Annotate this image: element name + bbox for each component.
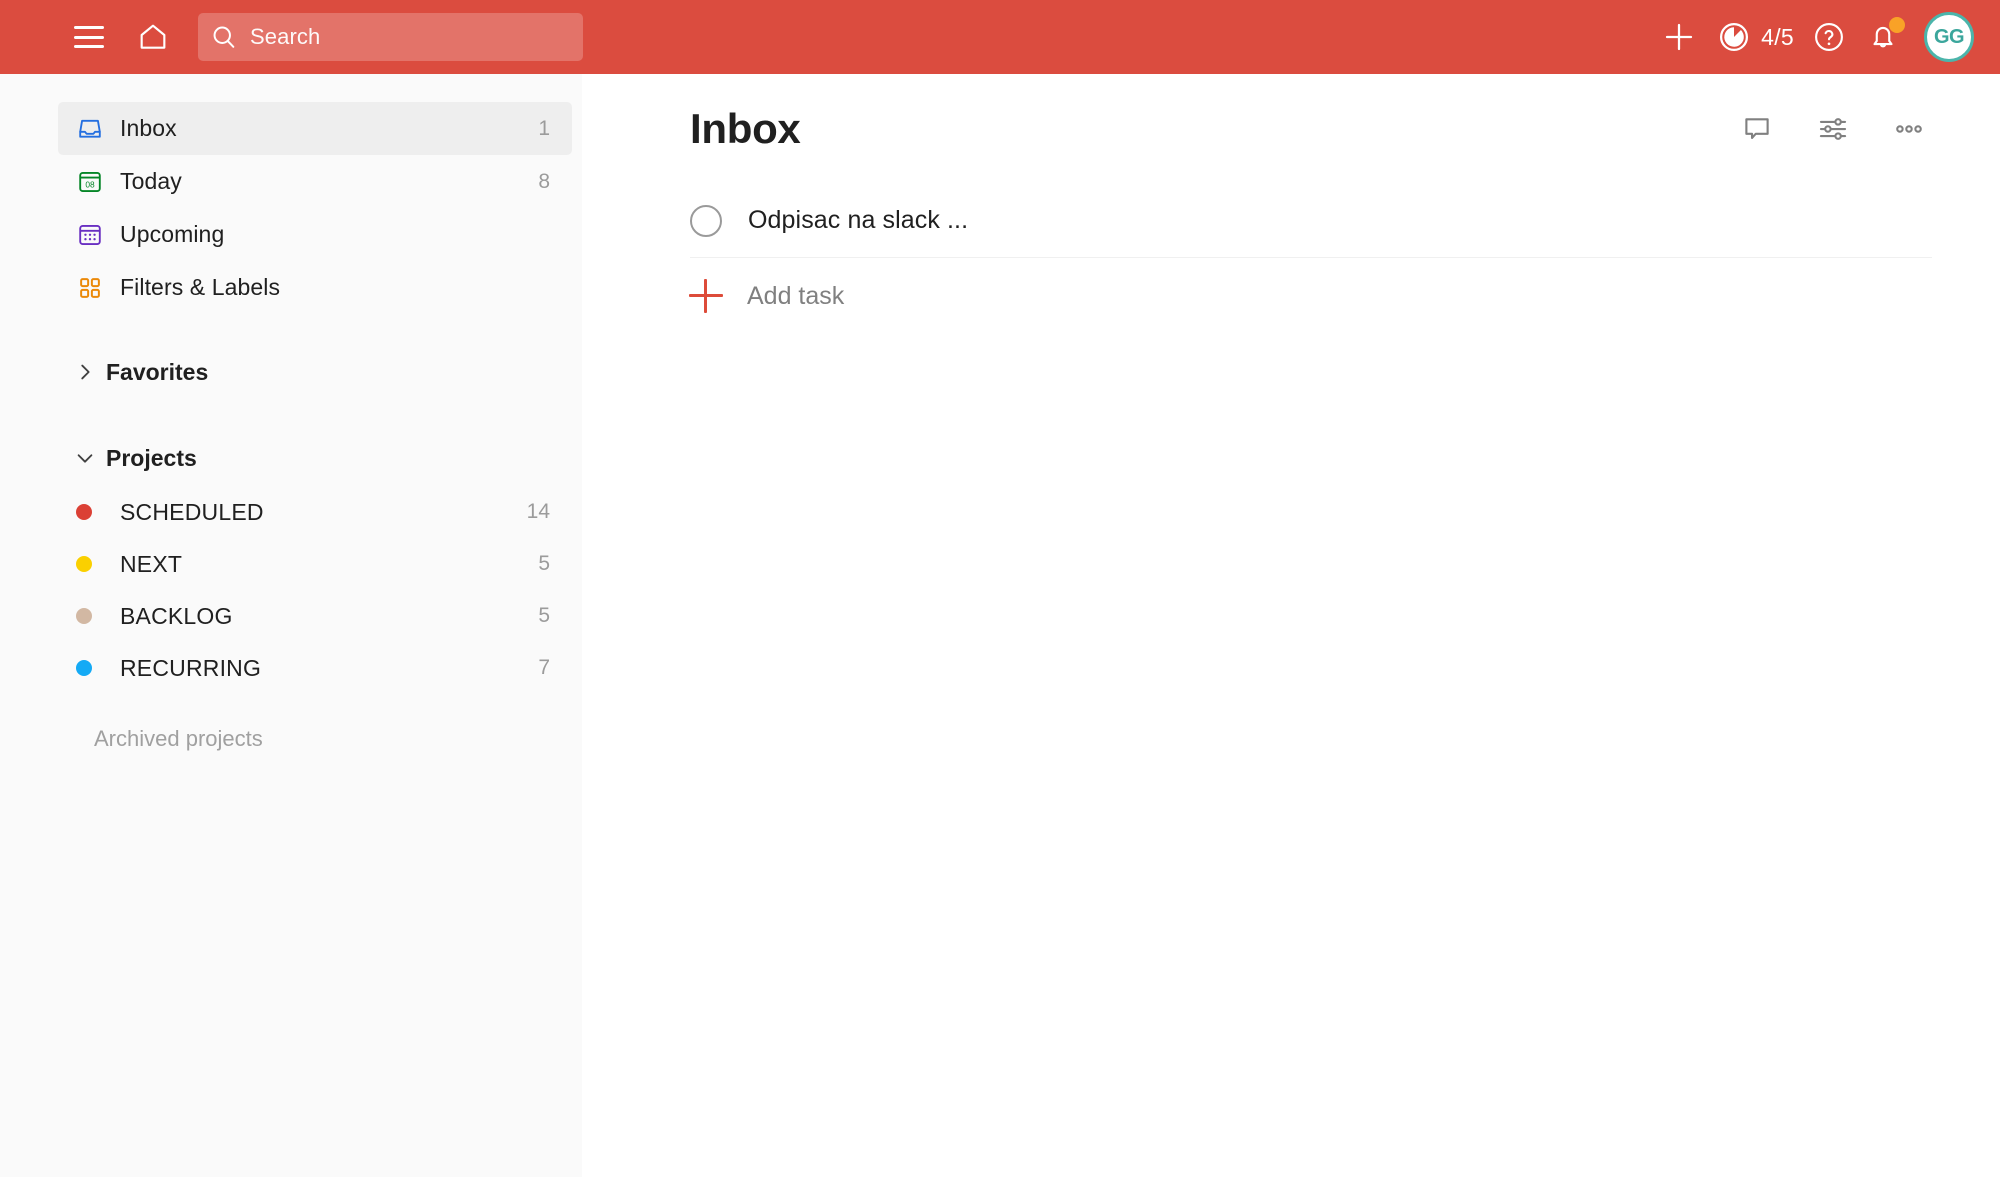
help-button[interactable] — [1802, 11, 1856, 63]
plus-icon — [689, 279, 723, 313]
task-list: Odpisac na slack ... Add task — [689, 184, 1932, 334]
project-color-dot-icon — [76, 504, 120, 520]
view-options-button[interactable] — [1810, 106, 1856, 152]
search-icon — [198, 23, 250, 51]
search-box[interactable]: Search — [198, 13, 583, 61]
notification-badge — [1889, 17, 1905, 33]
svg-text:08: 08 — [85, 179, 95, 189]
favorites-section-header[interactable]: Favorites — [58, 344, 572, 400]
sidebar-item-filters-labels[interactable]: Filters & Labels — [58, 261, 572, 314]
comment-bubble-icon — [1745, 118, 1769, 139]
project-count: 5 — [538, 604, 550, 627]
sidebar-item-label: Filters & Labels — [120, 274, 281, 300]
project-color-dot-icon — [76, 660, 120, 676]
projects-section-header[interactable]: Projects — [58, 430, 572, 486]
project-item-scheduled[interactable]: SCHEDULED 14 — [58, 486, 572, 538]
productivity-pie-icon — [1720, 22, 1749, 52]
project-label: SCHEDULED — [120, 498, 264, 525]
notifications-button[interactable] — [1856, 11, 1910, 63]
avatar-initials: GG — [1933, 25, 1965, 48]
project-item-recurring[interactable]: RECURRING 7 — [58, 642, 572, 694]
home-icon — [140, 24, 166, 49]
three-dots-icon — [1896, 125, 1922, 133]
today-calendar-icon: 08 — [76, 168, 120, 196]
more-options-button[interactable] — [1886, 106, 1932, 152]
add-task-quick-button[interactable] — [1651, 11, 1707, 63]
avatar[interactable]: GG — [1924, 12, 1974, 62]
project-color-dot-icon — [76, 556, 120, 572]
sidebar-item-count: 1 — [538, 116, 550, 140]
project-label: RECURRING — [120, 654, 262, 681]
inbox-icon — [76, 115, 120, 143]
project-label: BACKLOG — [120, 602, 233, 629]
favorites-section: Favorites — [0, 344, 582, 400]
add-task-button[interactable]: Add task — [689, 258, 1932, 334]
chevron-down-icon — [64, 447, 106, 469]
filters-labels-grid-icon — [76, 274, 120, 302]
question-mark-circle-icon — [1815, 23, 1843, 51]
task-row[interactable]: Odpisac na slack ... — [690, 184, 1932, 258]
favorites-title: Favorites — [106, 358, 209, 385]
topbar-left-group — [0, 10, 180, 64]
add-task-label: Add task — [747, 281, 845, 310]
sidebar-item-count: 8 — [538, 169, 550, 193]
home-button[interactable] — [126, 10, 180, 64]
archived-projects-link[interactable]: Archived projects — [94, 726, 582, 752]
main-header: Inbox — [690, 74, 1932, 184]
sidebar-item-label: Today — [120, 168, 182, 194]
project-count: 14 — [526, 500, 550, 523]
sidebar-item-inbox[interactable]: Inbox 1 — [58, 102, 572, 155]
sidebar-item-label: Inbox — [120, 115, 177, 141]
task-title: Odpisac na slack ... — [748, 206, 969, 234]
sidebar: Inbox 1 08 Today 8 Upcoming Filters & La… — [0, 74, 582, 1177]
task-complete-checkbox[interactable] — [690, 204, 722, 237]
upcoming-calendar-icon — [76, 221, 120, 249]
main-content: Inbox Odpisac na slack ... Add task — [582, 74, 2000, 1177]
project-item-next[interactable]: NEXT 5 — [58, 538, 572, 590]
page-title: Inbox — [690, 105, 801, 152]
project-item-backlog[interactable]: BACKLOG 5 — [58, 590, 572, 642]
search-placeholder-text: Search — [250, 24, 321, 49]
projects-section: Projects SCHEDULED 14 NEXT 5 BACKLOG 5 R… — [0, 430, 582, 752]
chevron-right-icon — [64, 361, 106, 383]
top-app-bar: Search 4/5 GG — [0, 0, 2000, 74]
project-label: NEXT — [120, 550, 183, 577]
productivity-count: 4/5 — [1761, 23, 1794, 50]
projects-title: Projects — [106, 444, 197, 471]
hamburger-menu-icon — [74, 26, 104, 48]
sidebar-item-upcoming[interactable]: Upcoming — [58, 208, 572, 261]
plus-icon — [1666, 23, 1693, 51]
sidebar-item-label: Upcoming — [120, 221, 225, 247]
topbar-right-group: 4/5 GG — [1651, 0, 2000, 74]
project-count: 7 — [538, 656, 550, 679]
main-actions — [1734, 74, 1932, 184]
project-count: 5 — [538, 552, 550, 575]
project-color-dot-icon — [76, 608, 120, 624]
hamburger-menu-button[interactable] — [62, 10, 116, 64]
sidebar-item-today[interactable]: 08 Today 8 — [58, 155, 572, 208]
productivity-button[interactable]: 4/5 — [1707, 11, 1802, 63]
sliders-icon — [1819, 118, 1847, 140]
comments-button[interactable] — [1734, 106, 1780, 152]
